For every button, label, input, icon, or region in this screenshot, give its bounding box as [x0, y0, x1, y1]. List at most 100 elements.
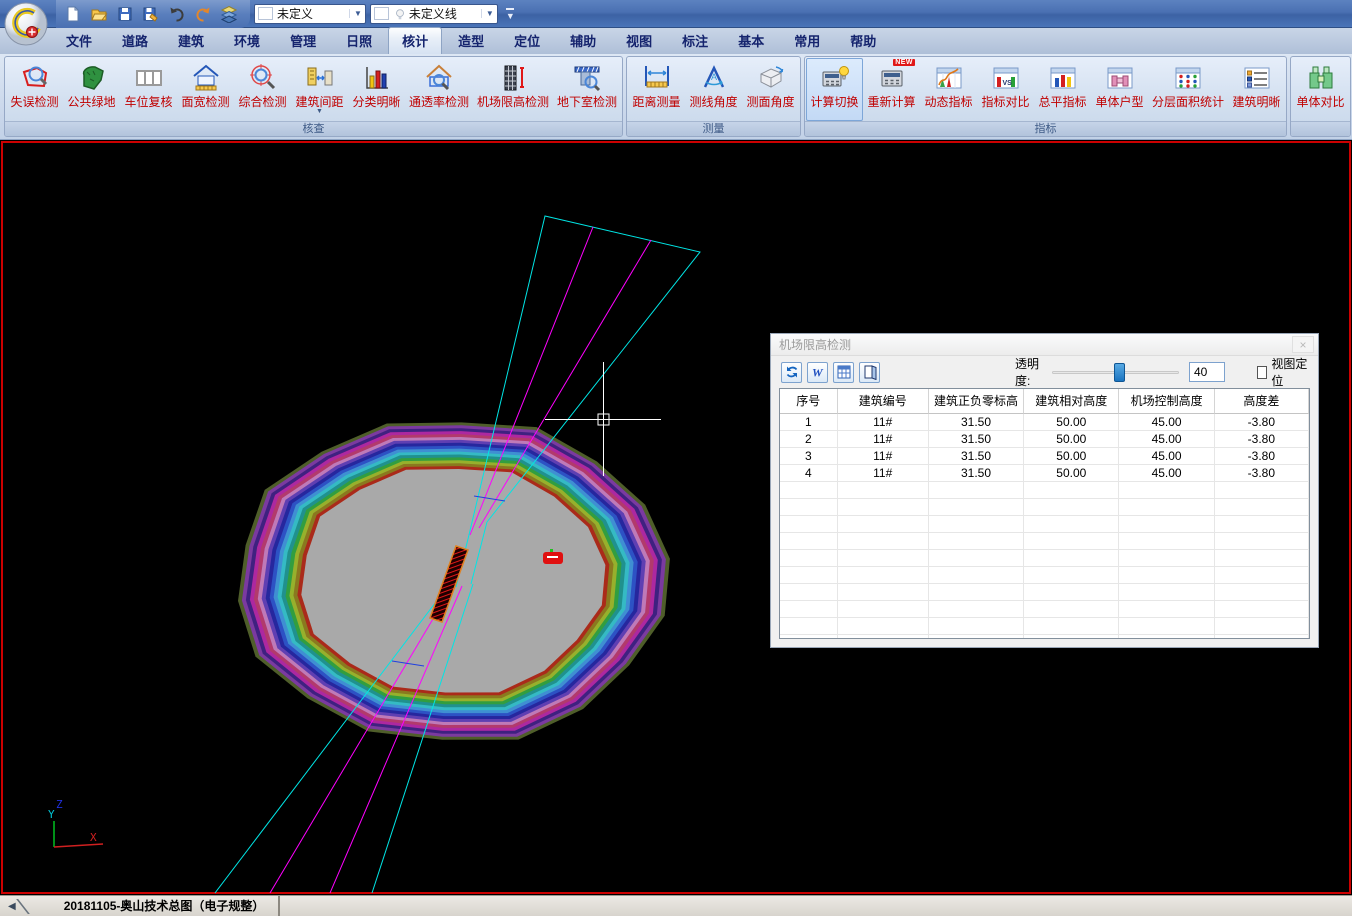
table-empty-row[interactable]: [780, 584, 1309, 601]
result-table[interactable]: 序号建筑编号建筑正负零标高建筑相对高度机场控制高度高度差111#31.5050.…: [779, 388, 1310, 639]
ribbon-button-label: 指标对比: [982, 95, 1030, 109]
linetype-combo[interactable]: 未定义线 ▼: [370, 4, 498, 24]
table-cell: [838, 482, 929, 499]
ribbon-button-测线角度[interactable]: A测线角度: [685, 58, 742, 121]
ribbon-button-公共绿地[interactable]: 公共绿地: [63, 58, 120, 121]
chevron-down-icon[interactable]: ▼: [349, 9, 362, 18]
menu-tab-造型[interactable]: 造型: [444, 27, 498, 54]
table-row[interactable]: 211#31.5050.0045.00-3.80: [780, 431, 1309, 448]
ribbon-button-label: 距离测量: [633, 95, 681, 109]
ribbon-group-label: [1291, 121, 1350, 136]
ribbon-button-测面角度[interactable]: 测面角度: [742, 58, 799, 121]
opacity-slider[interactable]: [1052, 363, 1179, 382]
table-empty-row[interactable]: [780, 567, 1309, 584]
building-gap-icon: [305, 63, 335, 93]
save-as-icon[interactable]: [140, 3, 162, 25]
table-cell: [1119, 516, 1214, 533]
table-empty-row[interactable]: [780, 550, 1309, 567]
table-row[interactable]: 111#31.5050.0045.00-3.80: [780, 414, 1309, 431]
menu-tab-道路[interactable]: 道路: [108, 27, 162, 54]
drawing-tab[interactable]: 20181105-奥山技术总图（电子规整）: [50, 896, 281, 916]
table-empty-row[interactable]: [780, 533, 1309, 550]
menu-tab-日照[interactable]: 日照: [332, 27, 386, 54]
ribbon-button-面宽检测[interactable]: 面宽检测: [177, 58, 234, 121]
menu-tab-建筑[interactable]: 建筑: [164, 27, 218, 54]
ribbon-button-label: 重新计算: [868, 95, 916, 109]
menu-tab-视图[interactable]: 视图: [612, 27, 666, 54]
opacity-input[interactable]: [1189, 362, 1225, 382]
viewport-locate-checkbox[interactable]: 视图定位: [1257, 355, 1308, 389]
menu-tab-文件[interactable]: 文件: [52, 27, 106, 54]
ribbon-button-动态指标[interactable]: 动态指标: [920, 58, 977, 121]
customize-toolbar-button[interactable]: ▼: [506, 8, 515, 20]
app-logo-button[interactable]: [3, 1, 49, 47]
new-doc-icon[interactable]: [62, 3, 84, 25]
ribbon-button-通透率检测[interactable]: 通透率检测: [405, 58, 473, 121]
chevron-down-icon[interactable]: ▼: [316, 109, 323, 115]
tab-scroll-left-icon[interactable]: ◀: [8, 901, 16, 912]
ribbon-button-分层面积统计[interactable]: 分层面积统计: [1148, 58, 1228, 121]
menu-tab-常用[interactable]: 常用: [780, 27, 834, 54]
table-cell: [929, 584, 1024, 601]
ribbon-button-label: 面宽检测: [181, 95, 229, 109]
ribbon-button-分类明晰[interactable]: 分类明晰: [348, 58, 405, 121]
ribbon-button-重新计算[interactable]: 重新计算 NEW: [863, 58, 920, 121]
table-empty-row[interactable]: [780, 499, 1309, 516]
close-icon[interactable]: ×: [1292, 336, 1314, 353]
layers-icon[interactable]: [218, 3, 240, 25]
dialog-toolbar: W 透明度: 视图定位: [771, 356, 1318, 388]
undo-icon[interactable]: [166, 3, 188, 25]
table-empty-row[interactable]: [780, 482, 1309, 499]
table-empty-row[interactable]: [780, 618, 1309, 635]
ribbon-button-单体对比[interactable]: 单体对比: [1292, 58, 1349, 121]
table-cell: [929, 499, 1024, 516]
export-view-button[interactable]: [859, 362, 880, 383]
table-cell: 50.00: [1024, 414, 1119, 431]
menu-tab-定位[interactable]: 定位: [500, 27, 554, 54]
layer-combo[interactable]: 未定义 ▼: [254, 4, 366, 24]
ribbon-button-地下室检测[interactable]: 地下室检测: [553, 58, 621, 121]
ribbon-button-距离测量[interactable]: 距离测量: [628, 58, 685, 121]
redo-icon[interactable]: [192, 3, 214, 25]
menu-tab-环境[interactable]: 环境: [220, 27, 274, 54]
ribbon-button-建筑明晰[interactable]: 建筑明晰: [1228, 58, 1285, 121]
save-icon[interactable]: [114, 3, 136, 25]
chevron-down-icon[interactable]: ▼: [481, 9, 494, 18]
table-row[interactable]: 411#31.5050.0045.00-3.80: [780, 465, 1309, 482]
ribbon-button-指标对比[interactable]: VS指标对比: [977, 58, 1034, 121]
table-cell: [929, 567, 1024, 584]
table-empty-row[interactable]: [780, 601, 1309, 618]
export-word-button[interactable]: W: [807, 362, 828, 383]
ribbon-button-机场限高检测[interactable]: 机场限高检测: [473, 58, 553, 121]
ribbon-button-计算切换[interactable]: 计算切换: [806, 58, 863, 121]
table-empty-row[interactable]: [780, 516, 1309, 533]
menu-tab-帮助[interactable]: 帮助: [836, 27, 890, 54]
checkbox-label: 视图定位: [1271, 355, 1308, 389]
table-empty-row[interactable]: [780, 635, 1309, 639]
ribbon-button-失误检测[interactable]: 失误检测: [6, 58, 63, 121]
menu-tab-核计[interactable]: 核计: [388, 27, 442, 54]
ribbon-button-label: 单体户型: [1096, 95, 1144, 109]
checkbox-box[interactable]: [1257, 366, 1267, 379]
dialog-tool-buttons: W: [781, 362, 885, 383]
menu-tab-辅助[interactable]: 辅助: [556, 27, 610, 54]
refresh-button[interactable]: [781, 362, 802, 383]
ribbon-button-单体户型[interactable]: 单体户型: [1091, 58, 1148, 121]
ribbon-button-综合检测[interactable]: 综合检测: [234, 58, 291, 121]
ribbon: 失误检测公共绿地车位复核面宽检测综合检测建筑间距▼分类明晰通透率检测机场限高检测…: [0, 54, 1352, 140]
table-row[interactable]: 311#31.5050.0045.00-3.80: [780, 448, 1309, 465]
ribbon-button-车位复核[interactable]: 车位复核: [120, 58, 177, 121]
menu-tab-标注[interactable]: 标注: [668, 27, 722, 54]
export-excel-button[interactable]: [833, 362, 854, 383]
open-folder-icon[interactable]: [88, 3, 110, 25]
ribbon-button-总平指标[interactable]: 总平指标: [1034, 58, 1091, 121]
new-badge: NEW: [893, 59, 915, 66]
dialog-title-bar[interactable]: 机场限高检测 ×: [771, 334, 1318, 356]
table-cell: [1215, 516, 1309, 533]
menu-tab-基本[interactable]: 基本: [724, 27, 778, 54]
menu-tab-管理[interactable]: 管理: [276, 27, 330, 54]
table-cell: [929, 533, 1024, 550]
ribbon-button-建筑间距[interactable]: 建筑间距▼: [291, 58, 348, 121]
table-cell: [1119, 567, 1214, 584]
slider-thumb[interactable]: [1114, 363, 1125, 382]
